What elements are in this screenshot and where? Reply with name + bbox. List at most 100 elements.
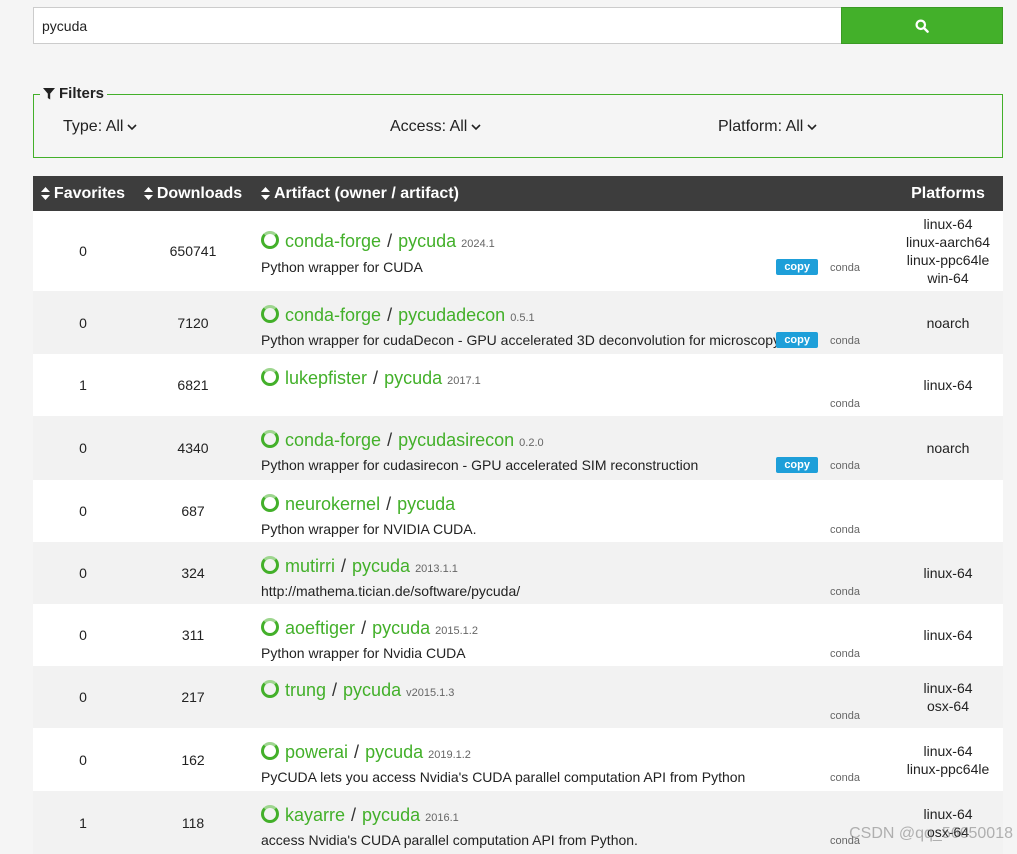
artifact-link[interactable]: pycuda: [398, 231, 456, 252]
owner-link[interactable]: kayarre: [285, 805, 345, 826]
owner-link[interactable]: conda-forge: [285, 430, 381, 451]
favorites-count: 0: [79, 314, 87, 331]
conda-status-icon: [261, 805, 279, 823]
owner-link[interactable]: conda-forge: [285, 231, 381, 252]
conda-status-icon: [261, 494, 279, 512]
downloads-count: 324: [181, 565, 205, 581]
downloads-count: 4340: [177, 440, 209, 456]
artifact-title: powerai / pycuda 2019.1.2: [261, 740, 471, 763]
copy-button[interactable]: copy: [776, 332, 818, 348]
separator: /: [373, 368, 379, 388]
results-table: Favorites Downloads Artifact (owner / ar…: [33, 176, 1003, 854]
artifact-title: conda-forge / pycudasirecon 0.2.0: [261, 428, 544, 451]
artifact-link[interactable]: pycuda: [384, 368, 442, 389]
table-header: Favorites Downloads Artifact (owner / ar…: [33, 176, 1003, 211]
filters-legend: Filters: [40, 85, 108, 102]
artifact-cell: trung / pycuda v2015.1.3 conda: [253, 666, 893, 728]
platforms-cell: linux-64: [893, 564, 1003, 582]
artifact-title: lukepfister / pycuda 2017.1: [261, 366, 481, 389]
owner-link[interactable]: mutirri: [285, 556, 335, 577]
table-row: 0 7120 conda-forge / pycudadecon 0.5.1 Python …: [33, 291, 1003, 354]
platform-filter-dropdown[interactable]: Platform: All: [718, 118, 817, 136]
artifact-title: aoeftiger / pycuda 2015.1.2: [261, 616, 478, 639]
copy-button[interactable]: copy: [776, 259, 818, 275]
artifact-title: mutirri / pycuda 2013.1.1: [261, 554, 458, 577]
artifact-cell: conda-forge / pycudadecon 0.5.1 Python wrapp…: [253, 291, 893, 354]
downloads-count: 687: [181, 503, 205, 519]
artifact-cell: kayarre / pycuda 2016.1 access Nvidia's CUDA…: [253, 791, 893, 854]
version-label: 0.2.0: [519, 437, 544, 449]
platforms-cell: noarch: [893, 439, 1003, 457]
conda-label: conda: [830, 460, 860, 472]
conda-label: conda: [830, 648, 860, 660]
search-button[interactable]: [841, 7, 1003, 44]
conda-label: conda: [830, 398, 860, 410]
favorites-count: 0: [79, 565, 87, 581]
conda-label: conda: [830, 586, 860, 598]
watermark: CSDN @qq_56650018: [849, 825, 1013, 842]
table-body: 0 650741 conda-forge / pycuda 2024.1 Python wr…: [33, 211, 1003, 854]
separator: /: [387, 231, 393, 251]
owner-link[interactable]: trung: [285, 680, 326, 701]
separator: /: [354, 742, 360, 762]
owner-link[interactable]: neurokernel: [285, 494, 380, 515]
table-row: 0 687 neurokernel / pycuda Python wrapper for…: [33, 480, 1003, 542]
platforms-header-label: Platforms: [911, 184, 985, 202]
platform-item: linux-ppc64le: [906, 760, 990, 777]
artifact-column-header[interactable]: Artifact (owner / artifact): [253, 185, 893, 203]
artifact-link[interactable]: pycuda: [365, 742, 423, 763]
artifact-title: conda-forge / pycuda 2024.1: [261, 229, 495, 252]
owner-link[interactable]: conda-forge: [285, 305, 381, 326]
owner-link[interactable]: lukepfister: [285, 368, 367, 389]
sort-icon: [40, 187, 50, 200]
favorites-column-header[interactable]: Favorites: [33, 185, 133, 203]
favorites-count: 0: [79, 751, 87, 768]
platforms-cell: linux-64: [893, 376, 1003, 394]
artifact-link[interactable]: pycuda: [397, 494, 455, 515]
platforms-column-header: Platforms: [893, 185, 1003, 203]
platforms-cell: noarch: [893, 314, 1003, 332]
artifact-title: conda-forge / pycudadecon 0.5.1: [261, 303, 535, 326]
access-filter-label: Access: All: [390, 118, 468, 135]
favorites-count: 0: [79, 243, 87, 259]
downloads-count: 7120: [177, 314, 209, 331]
separator: /: [387, 305, 393, 325]
favorites-count: 0: [79, 627, 87, 643]
artifact-link[interactable]: pycuda: [352, 556, 410, 577]
filters-panel: Filters Type: All Access: All Platform: …: [33, 85, 1003, 158]
owner-link[interactable]: powerai: [285, 742, 348, 763]
conda-status-icon: [261, 305, 279, 323]
owner-link[interactable]: aoeftiger: [285, 618, 355, 639]
favorites-count: 1: [79, 814, 87, 831]
artifact-cell: lukepfister / pycuda 2017.1 conda: [253, 354, 893, 416]
platforms-cell: linux-64 osx-64: [893, 679, 1003, 715]
downloads-count: 311: [181, 627, 205, 643]
artifact-link[interactable]: pycuda: [362, 805, 420, 826]
filter-icon: [43, 87, 55, 99]
artifact-link[interactable]: pycudadecon: [398, 305, 505, 326]
artifact-description: Python wrapper for cudaDecon - GPU accel…: [261, 332, 781, 348]
type-filter-dropdown[interactable]: Type: All: [63, 118, 138, 136]
platforms-cell: linux-64 linux-aarch64 linux-ppc64le win-64: [893, 215, 1003, 287]
separator: /: [361, 618, 367, 638]
artifact-description: access Nvidia's CUDA parallel computatio…: [261, 832, 638, 848]
artifact-link[interactable]: pycuda: [372, 618, 430, 639]
downloads-column-header[interactable]: Downloads: [133, 185, 253, 203]
platform-item: linux-64: [923, 377, 973, 393]
platform-item: linux-64: [923, 627, 973, 643]
version-label: 2017.1: [447, 375, 481, 387]
conda-label: conda: [830, 772, 860, 784]
search-icon: [915, 19, 929, 33]
copy-button[interactable]: copy: [776, 457, 818, 473]
platform-item: linux-ppc64le: [906, 252, 990, 268]
artifact-cell: mutirri / pycuda 2013.1.1 http://mathema.tic…: [253, 542, 893, 604]
conda-status-icon: [261, 618, 279, 636]
artifact-description: PyCUDA lets you access Nvidia's CUDA par…: [261, 769, 746, 785]
access-filter-dropdown[interactable]: Access: All: [390, 118, 481, 136]
artifact-link[interactable]: pycuda: [343, 680, 401, 701]
chevron-down-icon: [127, 123, 138, 130]
version-label: v2015.1.3: [406, 687, 455, 699]
artifact-cell: aoeftiger / pycuda 2015.1.2 Python wrapper f…: [253, 604, 893, 666]
search-input[interactable]: [33, 7, 841, 44]
artifact-link[interactable]: pycudasirecon: [398, 430, 514, 451]
